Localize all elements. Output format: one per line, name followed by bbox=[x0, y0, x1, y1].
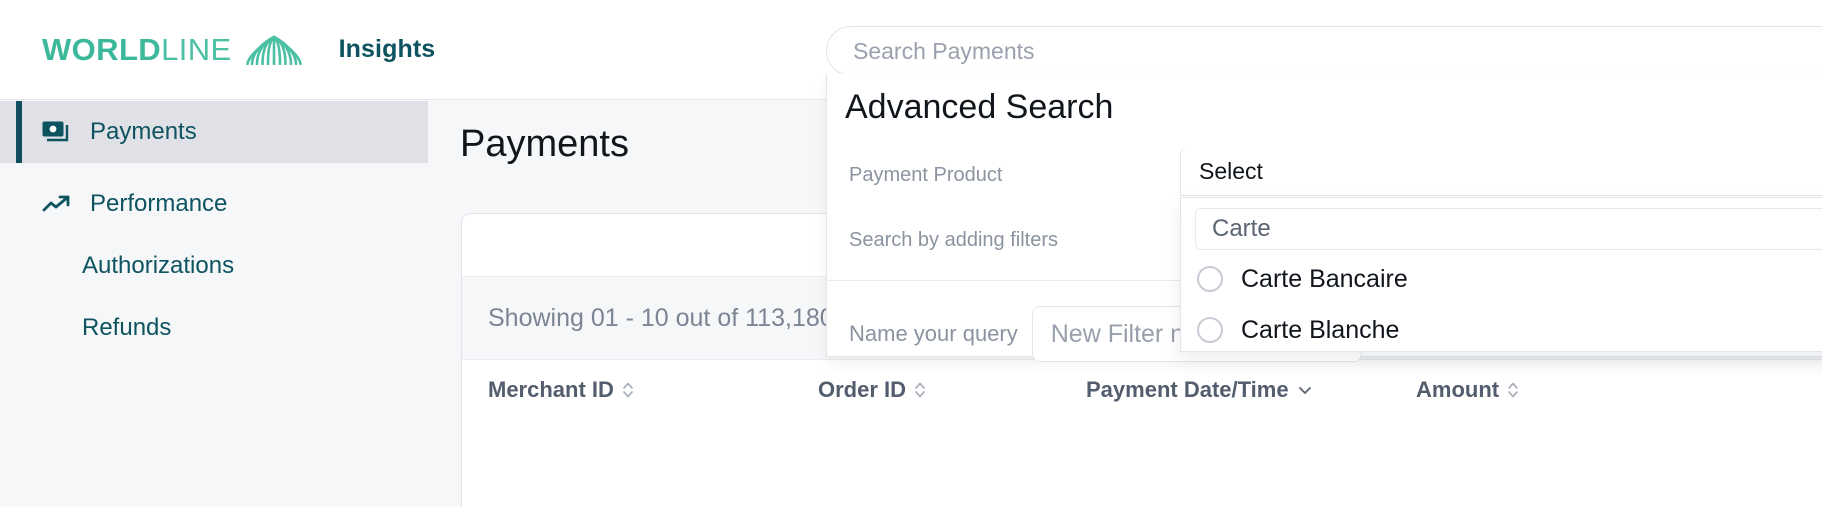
column-header-amount[interactable]: Amount bbox=[1416, 377, 1519, 403]
worldline-logo[interactable]: WORLD LINE bbox=[42, 34, 305, 65]
sort-both-icon[interactable] bbox=[1507, 380, 1519, 400]
radio-icon[interactable] bbox=[1197, 266, 1223, 292]
column-header-merchant-id[interactable]: Merchant ID bbox=[488, 377, 818, 403]
dropdown-option-carte-blanche[interactable]: Carte Blanche bbox=[1197, 309, 1399, 351]
chevron-down-icon[interactable] bbox=[1297, 384, 1313, 396]
column-label: Merchant ID bbox=[488, 377, 614, 402]
page-title: Payments bbox=[460, 123, 629, 165]
dropdown-option-label: Carte Blanche bbox=[1241, 315, 1400, 344]
search-input[interactable]: Search Payments bbox=[853, 38, 1035, 65]
column-label: Payment Date/Time bbox=[1086, 377, 1289, 402]
sidebar-item-performance[interactable]: Performance bbox=[0, 173, 428, 235]
app-root: WORLD LINE Insights Payments Performance… bbox=[0, 0, 1822, 507]
payment-product-select-value: Select bbox=[1199, 158, 1263, 184]
dropdown-search-field[interactable]: Carte bbox=[1195, 208, 1822, 250]
column-header-payment-datetime[interactable]: Payment Date/Time bbox=[1086, 377, 1416, 403]
logo-wordmark: WORLD LINE bbox=[42, 34, 232, 65]
sidebar: Payments Performance Authorizations Refu… bbox=[0, 101, 428, 507]
sidebar-item-label: Payments bbox=[90, 118, 197, 145]
dropdown-option-label: Carte Bancaire bbox=[1241, 264, 1408, 293]
search-payments-field[interactable]: Search Payments bbox=[826, 26, 1822, 76]
payments-table-header: Merchant ID Order ID Payment Date/Time A… bbox=[462, 360, 1822, 420]
sidebar-item-label: Refunds bbox=[82, 314, 172, 341]
dropdown-search-input[interactable]: Carte bbox=[1212, 215, 1271, 243]
radio-icon[interactable] bbox=[1197, 317, 1223, 343]
sidebar-item-authorizations[interactable]: Authorizations bbox=[0, 235, 428, 297]
advanced-search-title: Advanced Search bbox=[845, 88, 1114, 126]
showing-count-label: Showing 01 - 10 out of 113,180,047 bbox=[488, 303, 883, 332]
sidebar-item-refunds[interactable]: Refunds bbox=[0, 297, 428, 359]
name-your-query-label: Name your query bbox=[849, 321, 1018, 346]
sort-both-icon[interactable] bbox=[914, 380, 926, 400]
sidebar-item-label: Performance bbox=[90, 190, 228, 217]
app-name-label: Insights bbox=[338, 35, 436, 63]
payment-product-select[interactable]: Select bbox=[1180, 148, 1822, 196]
column-label: Order ID bbox=[818, 377, 907, 402]
logo-world-text: WORLD bbox=[42, 32, 162, 67]
column-label: Amount bbox=[1416, 377, 1500, 402]
payment-product-dropdown: Carte Carte Bancaire Carte Blanche bbox=[1180, 197, 1822, 352]
dropdown-option-carte-bancaire[interactable]: Carte Bancaire bbox=[1197, 258, 1408, 300]
sort-both-icon[interactable] bbox=[622, 380, 634, 400]
sidebar-item-payments[interactable]: Payments bbox=[0, 101, 428, 163]
logo-line-text: LINE bbox=[161, 32, 232, 67]
column-header-order-id[interactable]: Order ID bbox=[818, 377, 1086, 403]
fan-icon bbox=[245, 35, 302, 65]
trending-up-icon bbox=[42, 194, 76, 214]
money-bill-icon bbox=[42, 121, 76, 143]
sidebar-item-label: Authorizations bbox=[82, 252, 235, 279]
search-by-filters-label: Search by adding filters bbox=[849, 229, 1059, 251]
payment-product-label: Payment Product bbox=[849, 164, 1003, 186]
